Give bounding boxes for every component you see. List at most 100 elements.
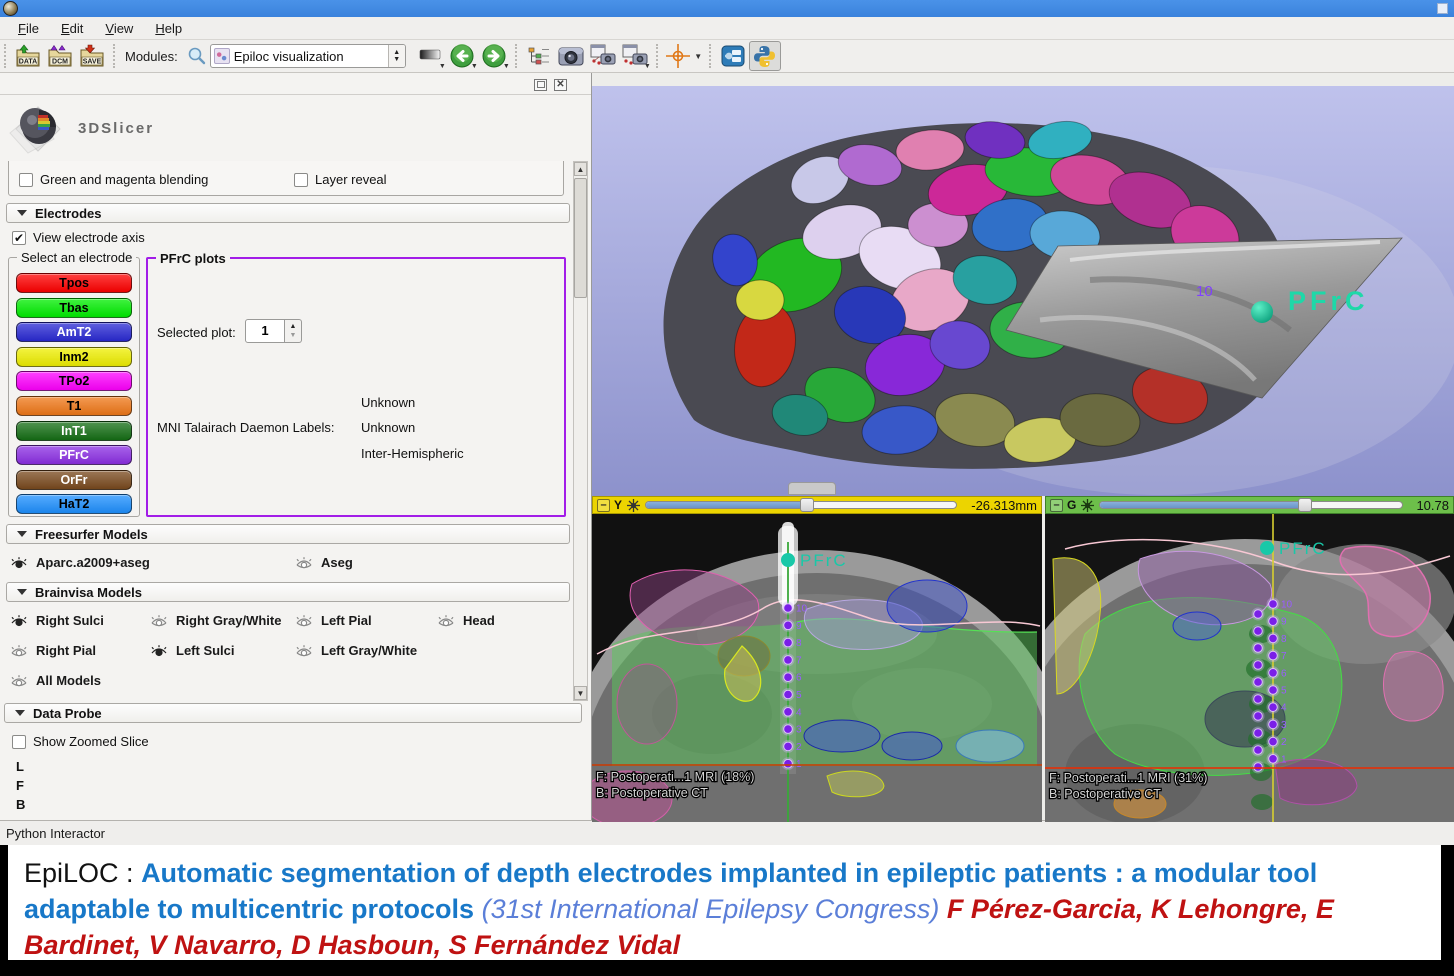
scene-view-capture-button[interactable] bbox=[587, 41, 619, 71]
slice-offset-slider[interactable] bbox=[1099, 501, 1403, 509]
module-forward-button[interactable]: ▼ bbox=[478, 41, 510, 71]
electrode-contact-3 bbox=[1254, 729, 1263, 738]
checkbox-box[interactable] bbox=[19, 173, 33, 187]
electrode-tip-marker bbox=[781, 553, 795, 567]
model-toggle-right-gray-white[interactable]: Right Gray/White bbox=[150, 613, 295, 628]
electrode-button-orfr[interactable]: OrFr bbox=[16, 470, 132, 490]
section-label: Freesurfer Models bbox=[35, 527, 148, 542]
electrode-contact-5 bbox=[1254, 695, 1263, 704]
checkbox-box[interactable]: ✔ bbox=[12, 231, 26, 245]
slice-controller-pin-tab[interactable] bbox=[788, 482, 836, 495]
freesurfer-model-list: Aparc.a2009+asegAseg bbox=[10, 552, 495, 572]
eye-visible-icon bbox=[10, 555, 28, 570]
load-data-button[interactable]: DATA bbox=[12, 41, 44, 71]
electrode-button-tbas[interactable]: Tbas bbox=[16, 298, 132, 318]
electrode-button-t1[interactable]: T1 bbox=[16, 396, 132, 416]
slice-visibility-icon[interactable] bbox=[626, 498, 641, 513]
electrode-button-pfrc[interactable]: PFrC bbox=[16, 445, 132, 465]
banner-conference: (31st International Epilepsy Congress) bbox=[482, 894, 940, 924]
electrode-tip-marker bbox=[1260, 541, 1274, 555]
module-search-button[interactable] bbox=[184, 41, 210, 71]
coronal-slice-view-yellow[interactable]: 10987654321 PFrC F: Postoperati...1 MRI … bbox=[592, 514, 1042, 822]
model-toggle-right-sulci[interactable]: Right Sulci bbox=[10, 613, 150, 628]
model-toggle-head[interactable]: Head bbox=[437, 613, 537, 628]
foreground-layer-label: F: Postoperati...1 MRI (18%) bbox=[596, 770, 754, 784]
section-label: Electrodes bbox=[35, 206, 101, 221]
section-header-freesurfer[interactable]: Freesurfer Models bbox=[6, 524, 570, 544]
minimize-slice-bar-button[interactable]: – bbox=[597, 499, 610, 512]
svg-text:9: 9 bbox=[1281, 617, 1287, 628]
selected-plot-spinbox[interactable]: 1 ▲▼ bbox=[245, 319, 302, 343]
pfrc-plots-groupbox: PFrC plots Selected plot: 1 ▲▼ Unknown M… bbox=[146, 257, 566, 517]
scrollbar-thumb[interactable] bbox=[574, 178, 587, 298]
menu-edit[interactable]: Edit bbox=[51, 19, 93, 38]
electrode-contact-6 bbox=[784, 673, 793, 682]
model-toggle-right-pial[interactable]: Right Pial bbox=[10, 643, 150, 658]
extensions-manager-button[interactable] bbox=[717, 41, 749, 71]
slicer-logo-text: 3DSlicer bbox=[78, 120, 154, 137]
model-toggle-left-sulci[interactable]: Left Sulci bbox=[150, 643, 295, 658]
menu-view[interactable]: View bbox=[95, 19, 143, 38]
electrode-contact-7 bbox=[1269, 651, 1278, 660]
window-control-button[interactable] bbox=[1437, 3, 1448, 14]
spinbox-value[interactable]: 1 bbox=[245, 319, 285, 343]
window-title-bar[interactable] bbox=[0, 0, 1454, 17]
checkbox-box[interactable] bbox=[12, 735, 26, 749]
menu-file[interactable]: File bbox=[8, 19, 49, 38]
electrode-button-int1[interactable]: InT1 bbox=[16, 421, 132, 441]
module-selector-combobox[interactable]: Epiloc visualization ▲▼ bbox=[210, 44, 406, 68]
crosshair-button[interactable]: ▼ bbox=[664, 41, 704, 71]
view-electrode-axis-checkbox[interactable]: ✔ View electrode axis bbox=[12, 230, 145, 245]
green-magenta-blending-checkbox[interactable]: Green and magenta blending bbox=[19, 172, 208, 187]
checkbox-box[interactable] bbox=[294, 173, 308, 187]
probe-row-b: B bbox=[16, 795, 25, 814]
scrollbar-down-arrow[interactable]: ▼ bbox=[574, 686, 587, 700]
spinbox-arrows[interactable]: ▲▼ bbox=[285, 319, 302, 343]
menu-help[interactable]: Help bbox=[145, 19, 192, 38]
model-toggle-left-pial[interactable]: Left Pial bbox=[295, 613, 437, 628]
panel-float-icon[interactable] bbox=[534, 79, 547, 91]
slice-offset-slider[interactable] bbox=[645, 501, 957, 509]
section-header-brainvisa[interactable]: Brainvisa Models bbox=[6, 582, 570, 602]
dicom-button[interactable]: DCM bbox=[44, 41, 76, 71]
screenshot-button[interactable] bbox=[555, 41, 587, 71]
electrode-button-tpo2[interactable]: TPo2 bbox=[16, 371, 132, 391]
toolbar-separator bbox=[113, 44, 116, 68]
scrollbar-up-arrow[interactable]: ▲ bbox=[574, 162, 587, 176]
layer-reveal-checkbox[interactable]: Layer reveal bbox=[294, 172, 387, 187]
section-header-dataprobe[interactable]: Data Probe bbox=[4, 703, 582, 723]
layout-tree-button[interactable] bbox=[523, 41, 555, 71]
module-back-button[interactable]: ▼ bbox=[446, 41, 478, 71]
svg-text:7: 7 bbox=[1281, 651, 1287, 662]
electrode-button-amt2[interactable]: AmT2 bbox=[16, 322, 132, 342]
electrode-contact-10 bbox=[1269, 600, 1278, 609]
panel-close-icon[interactable]: ✕ bbox=[554, 79, 567, 91]
brain-3d-view[interactable]: 10 PFrC bbox=[592, 86, 1454, 496]
slice-visibility-icon[interactable] bbox=[1080, 498, 1095, 513]
module-selector-spinner[interactable]: ▲▼ bbox=[388, 45, 405, 67]
panel-scrollbar[interactable]: ▲ ▼ bbox=[573, 161, 588, 701]
python-interactor-button[interactable] bbox=[749, 41, 781, 71]
brainvisa-model-row3: All Models bbox=[10, 670, 150, 690]
model-toggle-left-gray-white[interactable]: Left Gray/White bbox=[295, 643, 455, 658]
presentation-banner: EpiLOC : Automatic segmentation of depth… bbox=[0, 845, 1454, 976]
scene-view-restore-button[interactable]: ▼ bbox=[619, 41, 651, 71]
sagittal-slice-view-green[interactable]: 10987654321 PFrC F: Postoperati...1 MRI … bbox=[1045, 514, 1454, 822]
show-zoomed-slice-checkbox[interactable]: Show Zoomed Slice bbox=[12, 734, 149, 749]
save-button[interactable]: SAVE bbox=[76, 41, 108, 71]
mni-label-1: Unknown bbox=[361, 395, 415, 410]
modules-label: Modules: bbox=[125, 49, 178, 64]
electrode-button-inm2[interactable]: Inm2 bbox=[16, 347, 132, 367]
electrode-button-tpos[interactable]: Tpos bbox=[16, 273, 132, 293]
section-header-electrodes[interactable]: Electrodes bbox=[6, 203, 570, 223]
python-interactor-dock-title[interactable]: Python Interactor bbox=[0, 820, 1454, 845]
module-history-button[interactable]: ▼ bbox=[414, 41, 446, 71]
electrode-contact-5 bbox=[1269, 686, 1278, 695]
model-toggle-aparc-a2009-aseg[interactable]: Aparc.a2009+aseg bbox=[10, 555, 295, 570]
model-toggle-all-models[interactable]: All Models bbox=[10, 673, 150, 688]
electrode-button-hat2[interactable]: HaT2 bbox=[16, 494, 132, 514]
model-toggle-aseg[interactable]: Aseg bbox=[295, 555, 495, 570]
probe-row-l: L bbox=[16, 757, 25, 776]
svg-text:DATA: DATA bbox=[19, 59, 37, 66]
minimize-slice-bar-button[interactable]: – bbox=[1050, 499, 1063, 512]
